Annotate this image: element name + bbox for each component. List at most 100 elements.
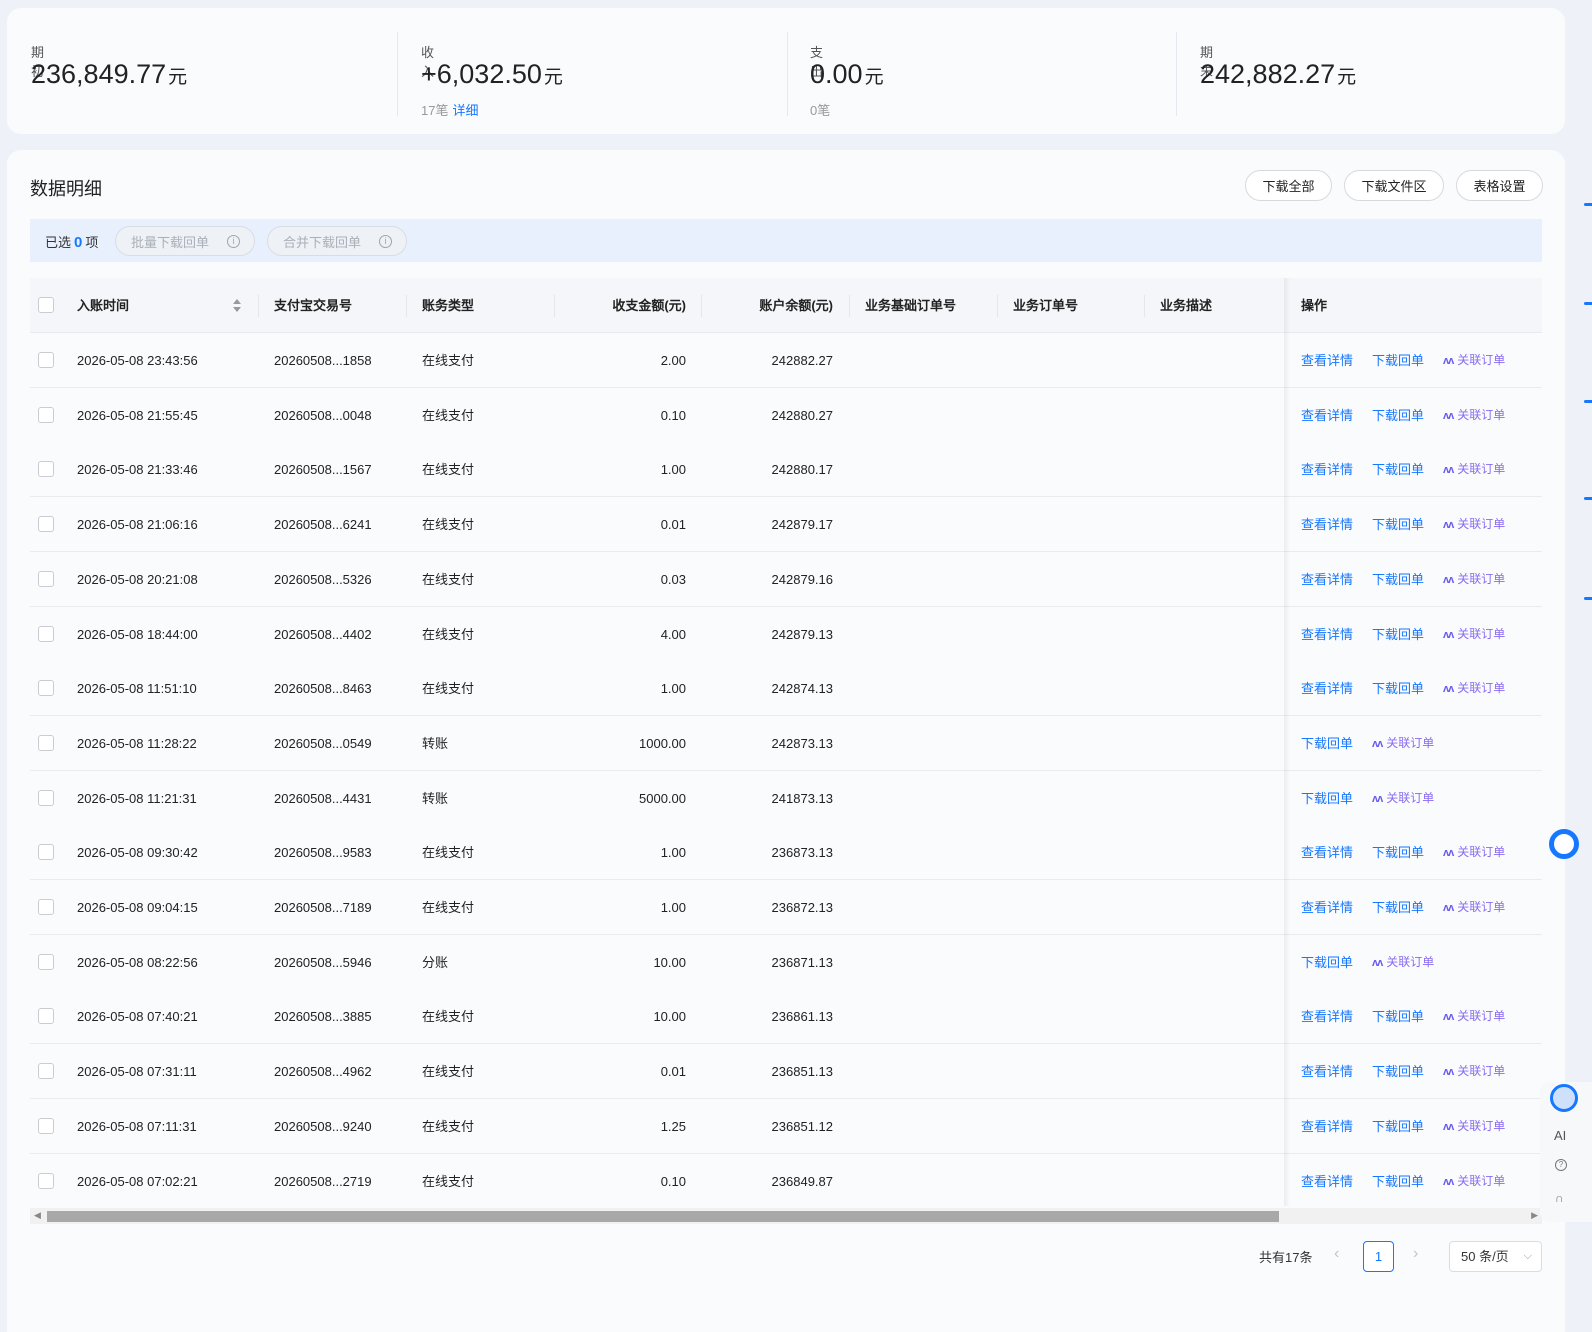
robot-icon[interactable] <box>1550 1084 1578 1112</box>
ai-icon: ʌʌ <box>1443 1175 1454 1188</box>
batch-download-button[interactable]: 批量下载回单 i <box>115 226 255 256</box>
row-checkbox[interactable] <box>38 570 54 587</box>
cell-time: 2026-05-08 07:11:31 <box>77 1118 197 1134</box>
download-receipt-link[interactable]: 下载回单 <box>1372 333 1424 388</box>
cell-trade-no: 20260508...8463 <box>274 681 372 697</box>
download-receipt-link[interactable]: 下载回单 <box>1372 880 1424 935</box>
link-order-link[interactable]: ʌʌ 关联订单 <box>1372 771 1434 826</box>
row-checkbox[interactable] <box>38 734 54 751</box>
link-order-link[interactable]: ʌʌ 关联订单 <box>1443 1044 1505 1099</box>
row-checkbox[interactable] <box>38 844 54 861</box>
link-order-link[interactable]: ʌʌ 关联订单 <box>1372 935 1434 990</box>
cell-time: 2026-05-08 11:21:31 <box>77 790 197 806</box>
download-receipt-link[interactable]: 下载回单 <box>1301 771 1353 826</box>
link-order-link[interactable]: ʌʌ 关联订单 <box>1443 989 1505 1044</box>
link-order-link[interactable]: ʌʌ 关联订单 <box>1443 497 1505 552</box>
view-detail-link[interactable]: 查看详情 <box>1301 388 1353 443</box>
page-1-button[interactable]: 1 <box>1363 1241 1394 1272</box>
table-row: 2026-05-08 11:21:31 20260508...4431 转账 5000… <box>30 770 1542 826</box>
table-row: 2026-05-08 09:04:15 20260508...7189 在线支付 1.… <box>30 880 1542 935</box>
link-order-link[interactable]: ʌʌ 关联订单 <box>1443 442 1505 497</box>
scroll-right-icon[interactable]: ▶ <box>1531 1210 1538 1221</box>
row-checkbox[interactable] <box>38 680 54 697</box>
view-detail-link[interactable]: 查看详情 <box>1301 552 1353 607</box>
row-checkbox[interactable] <box>38 1172 54 1189</box>
download-receipt-link[interactable]: 下载回单 <box>1372 661 1424 716</box>
download-receipt-link[interactable]: 下载回单 <box>1372 989 1424 1044</box>
sort-icon[interactable] <box>233 298 241 314</box>
prev-page-icon[interactable]: ‹ <box>1334 1245 1339 1263</box>
horizontal-scrollbar[interactable]: ◀ ▶ <box>30 1208 1542 1224</box>
view-detail-link[interactable]: 查看详情 <box>1301 1099 1353 1154</box>
col-base-order: 业务基础订单号 <box>865 298 957 313</box>
select-all-checkbox[interactable] <box>38 297 54 313</box>
view-detail-link[interactable]: 查看详情 <box>1301 880 1353 935</box>
link-order-link[interactable]: ʌʌ 关联订单 <box>1443 1154 1505 1207</box>
link-order-link[interactable]: ʌʌ 关联订单 <box>1443 333 1505 388</box>
link-order-link[interactable]: ʌʌ 关联订单 <box>1443 880 1505 935</box>
page-size-select[interactable]: 50 条/页 ⌵ <box>1449 1241 1542 1272</box>
row-checkbox[interactable] <box>38 1008 54 1025</box>
cell-amount: 0.01 <box>660 1064 686 1080</box>
link-order-link[interactable]: ʌʌ 关联订单 <box>1372 716 1434 771</box>
download-receipt-link[interactable]: 下载回单 <box>1372 825 1424 880</box>
download-receipt-link[interactable]: 下载回单 <box>1372 442 1424 497</box>
row-checkbox[interactable] <box>38 899 54 915</box>
help-icon[interactable]: ? <box>1555 1159 1567 1171</box>
download-receipt-link[interactable]: 下载回单 <box>1372 1099 1424 1154</box>
income-detail-link[interactable]: 详细 <box>452 103 478 118</box>
row-checkbox[interactable] <box>38 352 54 368</box>
download-receipt-link[interactable]: 下载回单 <box>1372 552 1424 607</box>
row-checkbox[interactable] <box>38 461 54 478</box>
cell-time: 2026-05-08 23:43:56 <box>77 353 198 368</box>
view-detail-link[interactable]: 查看详情 <box>1301 1154 1353 1207</box>
link-order-link[interactable]: ʌʌ 关联订单 <box>1443 552 1505 607</box>
row-checkbox[interactable] <box>38 516 54 533</box>
table-settings-button[interactable]: 表格设置 <box>1456 170 1543 201</box>
merge-download-button[interactable]: 合并下载回单 i <box>267 226 407 256</box>
ai-icon: ʌʌ <box>1443 902 1454 914</box>
row-checkbox[interactable] <box>38 1117 54 1134</box>
table-row: 2026-05-08 20:21:08 20260508...5326 在线支付 0.… <box>30 551 1542 607</box>
row-checkbox[interactable] <box>38 1063 54 1080</box>
ai-icon: ʌʌ <box>1443 464 1454 477</box>
view-detail-link[interactable]: 查看详情 <box>1301 825 1353 880</box>
row-checkbox[interactable] <box>38 625 54 642</box>
link-order-link[interactable]: ʌʌ 关联订单 <box>1443 388 1505 443</box>
cell-balance: 241873.13 <box>771 790 833 806</box>
view-detail-link[interactable]: 查看详情 <box>1301 497 1353 552</box>
row-checkbox[interactable] <box>38 789 54 806</box>
download-receipt-link[interactable]: 下载回单 <box>1372 1154 1424 1207</box>
link-order-link[interactable]: ʌʌ 关联订单 <box>1443 825 1505 880</box>
download-receipt-link[interactable]: 下载回单 <box>1372 497 1424 552</box>
table-header: 入账时间 支付宝交易号 账务类型 收支金额(元) 账户余额(元) 业务基础订单号… <box>30 278 1542 333</box>
download-all-button[interactable]: 下载全部 <box>1245 170 1332 201</box>
download-receipt-link[interactable]: 下载回单 <box>1301 716 1353 771</box>
link-order-link[interactable]: ʌʌ 关联订单 <box>1443 661 1505 716</box>
row-checkbox[interactable] <box>38 406 54 423</box>
download-area-button[interactable]: 下载文件区 <box>1344 170 1444 201</box>
float-assistant-icon[interactable] <box>1549 829 1579 859</box>
next-page-icon[interactable]: › <box>1413 1245 1418 1263</box>
download-receipt-link[interactable]: 下载回单 <box>1372 388 1424 443</box>
cell-amount: 10.00 <box>653 1009 686 1025</box>
scroll-left-icon[interactable]: ◀ <box>34 1210 41 1221</box>
view-detail-link[interactable]: 查看详情 <box>1301 1044 1353 1099</box>
scrollbar-thumb[interactable] <box>47 1211 1279 1222</box>
table-row: 2026-05-08 21:06:16 20260508...6241 在线支付 0.… <box>30 497 1542 553</box>
view-detail-link[interactable]: 查看详情 <box>1301 607 1353 662</box>
info-icon: i <box>227 235 240 248</box>
view-detail-link[interactable]: 查看详情 <box>1301 661 1353 716</box>
row-checkbox[interactable] <box>38 953 54 970</box>
cell-balance: 242880.27 <box>771 407 833 423</box>
link-order-link[interactable]: ʌʌ 关联订单 <box>1443 607 1505 662</box>
headset-icon[interactable]: ∩ <box>1555 1191 1564 1205</box>
download-receipt-link[interactable]: 下载回单 <box>1372 607 1424 662</box>
ai-label[interactable]: AI <box>1554 1128 1566 1143</box>
view-detail-link[interactable]: 查看详情 <box>1301 333 1353 388</box>
download-receipt-link[interactable]: 下载回单 <box>1301 935 1353 990</box>
view-detail-link[interactable]: 查看详情 <box>1301 442 1353 497</box>
link-order-link[interactable]: ʌʌ 关联订单 <box>1443 1099 1505 1154</box>
download-receipt-link[interactable]: 下载回单 <box>1372 1044 1424 1099</box>
view-detail-link[interactable]: 查看详情 <box>1301 989 1353 1044</box>
